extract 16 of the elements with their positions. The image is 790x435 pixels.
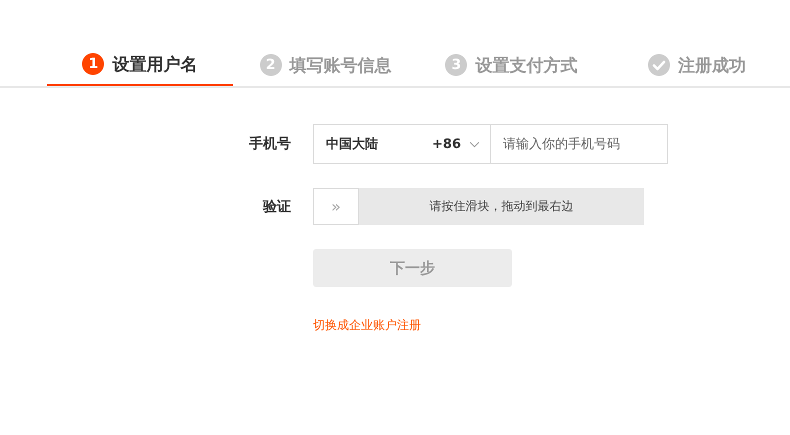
- field-label: 验证: [262, 198, 292, 216]
- slider-hint: 请按住滑块，拖动到最右边: [428, 198, 574, 215]
- field-label: 手机号: [248, 135, 292, 153]
- step-tab[interactable]: 注册成功: [604, 44, 790, 86]
- switch-link[interactable]: 切换成企业账户注册: [313, 317, 421, 334]
- slider-handle[interactable]: »: [313, 188, 359, 225]
- step-label: 设置用户名: [112, 54, 198, 76]
- check-icon: [648, 54, 670, 76]
- step-label: 设置支付方式: [475, 54, 578, 76]
- step-number: 1: [82, 53, 104, 75]
- step-tab[interactable]: 1 设置用户名: [47, 44, 233, 86]
- step-label: 注册成功: [678, 54, 746, 76]
- chevron-down-icon: [469, 140, 480, 148]
- country-select[interactable]: 中国大陆 +86: [313, 124, 491, 164]
- step-label: 填写账号信息: [290, 54, 392, 76]
- phone-input[interactable]: 请输入你的手机号码: [491, 124, 668, 164]
